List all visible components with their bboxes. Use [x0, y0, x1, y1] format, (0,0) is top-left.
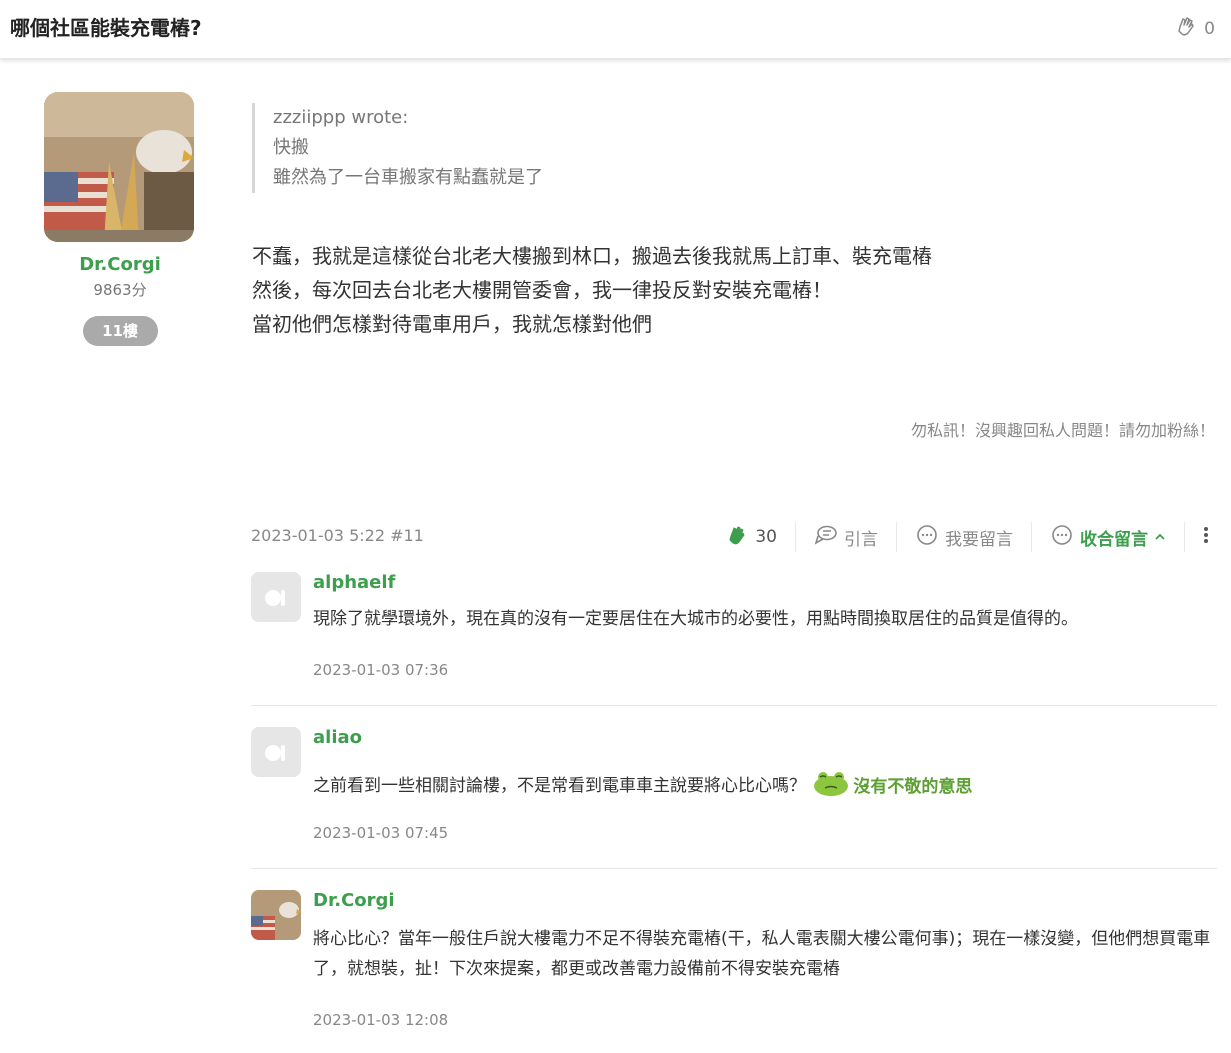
- signature: 勿私訊！沒興趣回私人問題！請勿加粉絲！: [910, 421, 1215, 440]
- frog-emoji-icon: [811, 767, 851, 807]
- author-name[interactable]: Dr.Corgi: [44, 254, 196, 275]
- more-options-button[interactable]: [1185, 522, 1217, 552]
- avatar[interactable]: [251, 727, 301, 777]
- comment-author[interactable]: aliao: [313, 727, 362, 748]
- author-avatar[interactable]: [44, 92, 194, 242]
- comment-text: 之前看到一些相關討論樓，不是常看到電車車主說要將心比心嗎？: [313, 776, 806, 796]
- quote-author: zzziippp wrote:: [273, 107, 409, 128]
- comment-divider: [251, 868, 1217, 869]
- post-date: 2023-01-03 5:22 #11: [251, 526, 424, 545]
- comment-text: 將心比心？當年一般住戶說大樓電力不足不得裝充電樁(干，私人電表關大樓公電何事)；…: [313, 929, 1211, 979]
- post-line: 然後，每次回去台北老大樓開管委會，我一律投反對安裝充電樁！: [252, 278, 832, 302]
- quote-icon: [814, 524, 838, 551]
- quoted-post: zzziippp wrote: 快搬 雖然為了一台車搬家有點蠢就是了: [252, 103, 543, 193]
- clap-icon: [725, 523, 749, 552]
- comment-text: 現除了就學環境外，現在真的沒有一定要居住在大城市的必要性，用點時間換取居住的品質…: [313, 609, 1078, 629]
- like-button[interactable]: 30: [707, 522, 796, 552]
- comment-text-container: 之前看到一些相關討論樓，不是常看到電車車主說要將心比心嗎？ 沒有不敬的意思: [313, 767, 1217, 807]
- comment-time: 2023-01-03 12:08: [313, 1011, 449, 1029]
- collapse-icon: [1050, 524, 1074, 551]
- emoji-text: 沒有不敬的意思: [853, 777, 973, 797]
- comment-item: alphaelf 現除了就學環境外，現在真的沒有一定要居住在大城市的必要性，用點…: [251, 572, 1217, 702]
- topic-clap-button[interactable]: 0: [1174, 14, 1215, 43]
- quote-button[interactable]: 引言: [796, 522, 897, 552]
- post-line: 不蠢，我就是這樣從台北老大樓搬到林口，搬過去後我就馬上訂車、裝充電樁: [252, 244, 932, 268]
- emoji-sticker: 沒有不敬的意思: [811, 767, 972, 807]
- clap-count: 0: [1204, 18, 1215, 39]
- post-meta: 2023-01-03 5:22 #11 30 引言 我要留言 收合留言: [251, 520, 1217, 554]
- comment-icon: [915, 524, 939, 551]
- topic-title: 哪個社區能裝充電樁?: [10, 16, 202, 40]
- comment-author[interactable]: alphaelf: [313, 572, 395, 593]
- comment-item: aliao 之前看到一些相關討論樓，不是常看到電車車主說要將心比心嗎？ 沒有不敬…: [251, 727, 1217, 857]
- comment-label: 我要留言: [945, 529, 1013, 550]
- quote-line: 雖然為了一台車搬家有點蠢就是了: [273, 167, 543, 188]
- topic-header: 哪個社區能裝充電樁? 0: [0, 0, 1231, 59]
- comment-time: 2023-01-03 07:45: [313, 824, 449, 842]
- collapse-label: 收合留言: [1080, 529, 1148, 550]
- post-line: 當初他們怎樣對待電車用戶，我就怎樣對他們: [252, 312, 652, 336]
- post-body: 不蠢，我就是這樣從台北老大樓搬到林口，搬過去後我就馬上訂車、裝充電樁 然後，每次…: [252, 239, 932, 341]
- comment-time: 2023-01-03 07:36: [313, 661, 449, 679]
- floor-badge: 11樓: [82, 316, 158, 346]
- comment-item: Dr.Corgi 將心比心？當年一般住戶說大樓電力不足不得裝充電樁(干，私人電表…: [251, 890, 1217, 1040]
- clap-icon: [1174, 14, 1198, 43]
- comment-divider: [251, 705, 1217, 706]
- quote-line: 快搬: [273, 137, 309, 158]
- like-count: 30: [755, 527, 777, 547]
- collapse-comments-button[interactable]: 收合留言: [1032, 522, 1185, 552]
- quote-label: 引言: [844, 529, 878, 550]
- author-panel: Dr.Corgi 9863分 11樓: [44, 92, 196, 346]
- avatar[interactable]: [251, 572, 301, 622]
- comment-author[interactable]: Dr.Corgi: [313, 890, 395, 911]
- add-comment-button[interactable]: 我要留言: [897, 522, 1032, 552]
- more-vertical-icon: [1203, 524, 1209, 551]
- post-actions: 30 引言 我要留言 收合留言: [707, 520, 1217, 554]
- author-score: 9863分: [93, 281, 147, 299]
- chevron-up-icon: [1154, 527, 1166, 547]
- avatar[interactable]: [251, 890, 301, 940]
